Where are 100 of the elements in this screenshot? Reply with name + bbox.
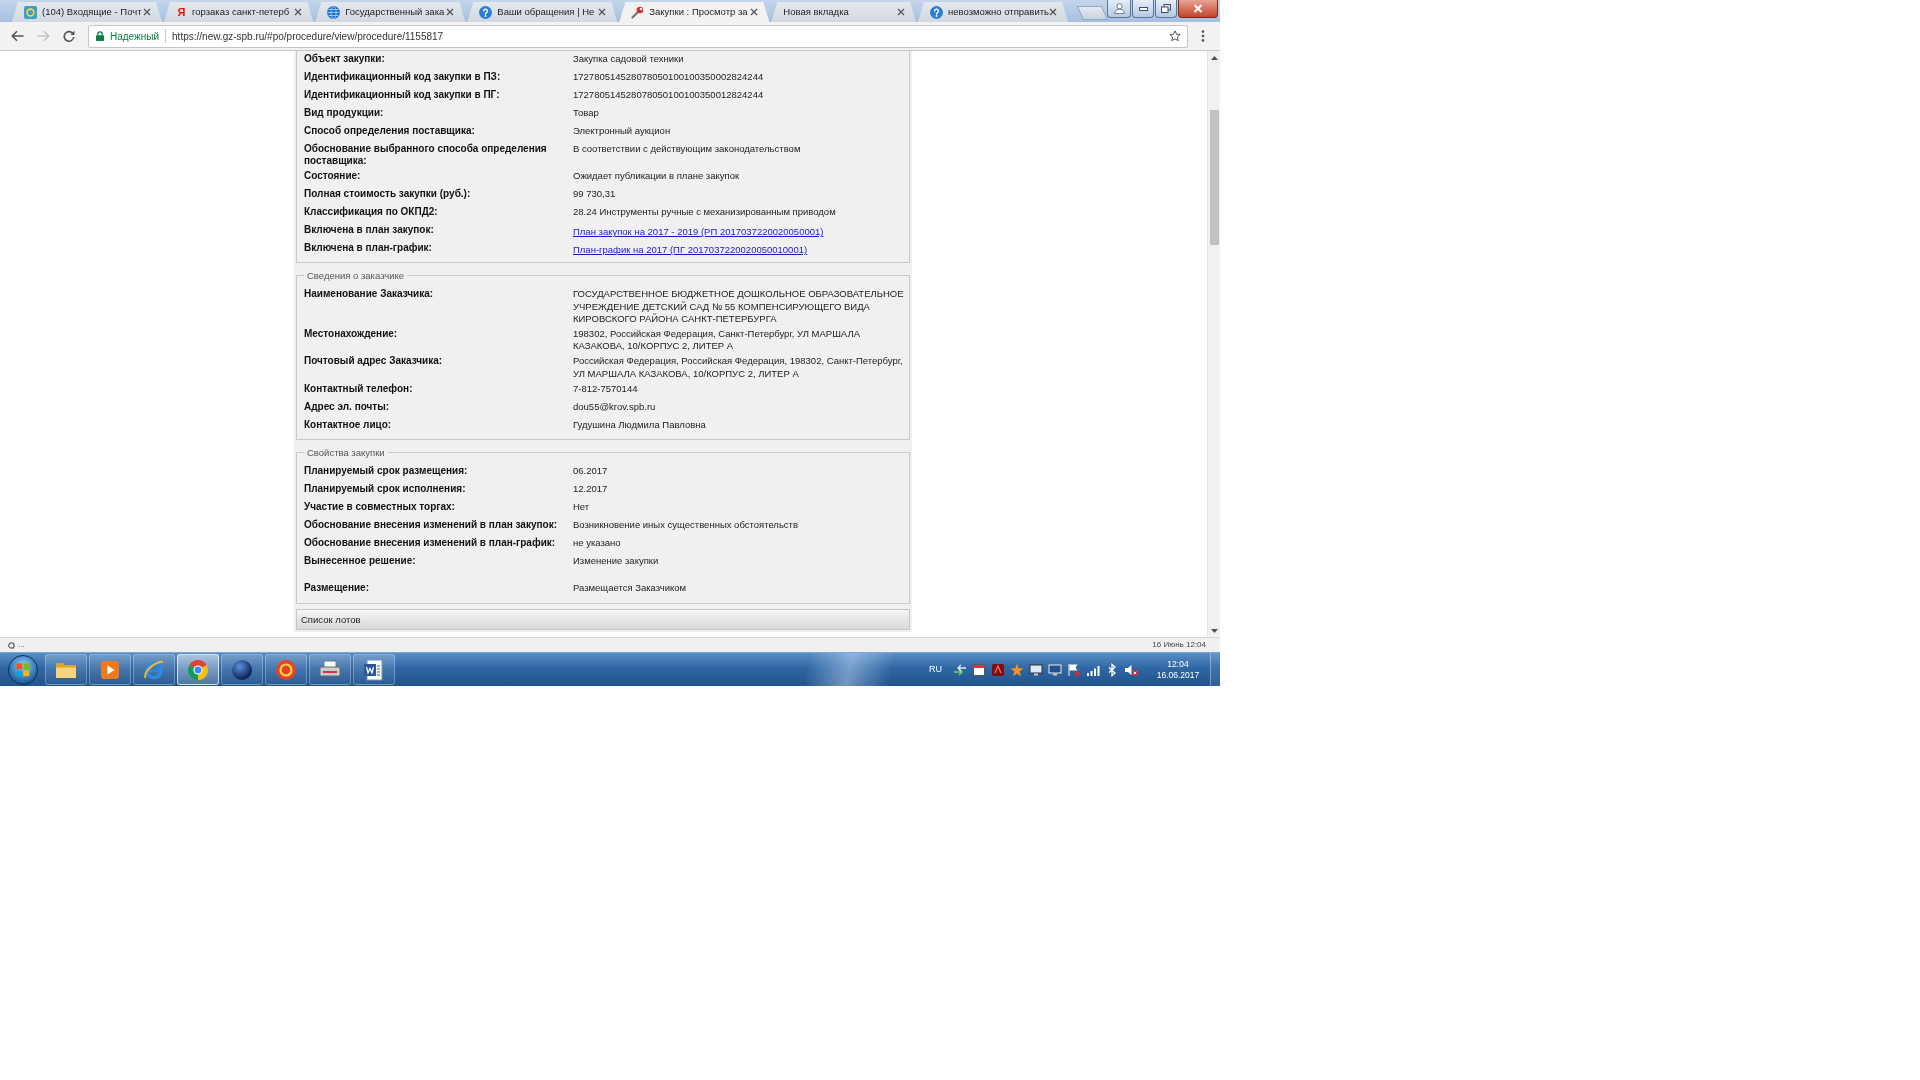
browser-tab[interactable]: невозможно отправить bbox=[918, 2, 1068, 22]
burst-icon[interactable] bbox=[1010, 662, 1024, 677]
tab-close-icon[interactable] bbox=[143, 8, 151, 16]
field-link[interactable]: План закупок на 2017 - 2019 (РП 2017037220020050001) bbox=[573, 226, 824, 238]
globe-icon bbox=[327, 5, 341, 19]
monitor-icon[interactable] bbox=[1029, 662, 1043, 677]
monitor-icon[interactable] bbox=[1048, 662, 1062, 677]
language-indicator[interactable]: RU bbox=[929, 662, 942, 677]
status-date: 16 Июнь 12:04 bbox=[1152, 639, 1206, 651]
taskbar-app-button[interactable] bbox=[89, 654, 131, 685]
taskbar-app-button[interactable] bbox=[45, 654, 87, 685]
tab-close-icon[interactable] bbox=[750, 8, 759, 16]
url-text: https://new.gz-spb.ru/#po/procedure/view/procedure/1155817 bbox=[172, 29, 445, 44]
profile-button[interactable] bbox=[1107, 0, 1131, 18]
field-label: Идентификационный код закупки в ПЗ: bbox=[303, 71, 502, 84]
restore-icon bbox=[1161, 4, 1171, 13]
section-legend: Сведения о заказчике bbox=[304, 270, 407, 282]
document-icon bbox=[362, 657, 386, 682]
field-value: Возникновение иных существенных обстоятельств bbox=[573, 518, 799, 532]
field-value: ГОСУДАРСТВЕННОЕ БЮДЖЕТНОЕ ДОШКОЛЬНОЕ ОБРАЗОВАТЕЛЬНОЕ УЧРЕЖДЕНИЕ ДЕТСКИЙ САД № 55 КОМПЕНСИРУЮЩЕГО ВИДА КИРОВСКОГО РАЙОНА САНКТ-ПЕТЕРБУРГА bbox=[573, 288, 905, 325]
field-label: Обоснование выбранного способа определения поставщика: bbox=[303, 143, 548, 168]
star-icon[interactable] bbox=[1169, 30, 1181, 42]
flag-icon[interactable] bbox=[1067, 662, 1081, 677]
address-field[interactable]: Надежный https://new.gz-spb.ru/#po/procedure/view/procedure/1155817 bbox=[88, 24, 1188, 48]
field-label: Классификация по ОКПД2: bbox=[303, 206, 439, 220]
field-label: Планируемый срок размещения: bbox=[303, 464, 469, 478]
field-label: Идентификационный код закупки в ПГ: bbox=[303, 89, 501, 102]
calendar-icon[interactable] bbox=[972, 662, 986, 677]
letter-icon: Я bbox=[176, 6, 187, 18]
field-value: Электронный аукцион bbox=[573, 125, 672, 138]
field-value: Товар bbox=[573, 107, 600, 120]
new-tab-button[interactable] bbox=[1076, 6, 1109, 20]
minimize-button[interactable] bbox=[1132, 0, 1154, 18]
taskbar-app-button[interactable] bbox=[353, 654, 395, 685]
field-label: Обоснование внесения изменений в план закупок: bbox=[303, 518, 558, 532]
field-value: 28.24 Инструменты ручные с механизированным приводом bbox=[573, 206, 837, 220]
taskbar-app-button[interactable] bbox=[177, 654, 219, 685]
field-label: Местонахождение: bbox=[303, 328, 399, 341]
lots-header: Список лотов bbox=[296, 608, 910, 630]
show-desktop-button[interactable] bbox=[1210, 653, 1220, 686]
tab-close-icon[interactable] bbox=[446, 8, 455, 16]
field-value: Российская Федерация, Российская Федерация, 198302, Санкт-Петербург, УЛ МАРШАЛА КАЗАКОВА, 10/КОРПУС 2, ЛИТЕР А bbox=[573, 355, 904, 380]
field-value: В соответствии с действующим законодательством bbox=[573, 143, 802, 156]
taskbar-app-button[interactable] bbox=[133, 654, 175, 685]
wrench-icon bbox=[631, 5, 645, 19]
taskbar-app-button[interactable] bbox=[265, 654, 307, 685]
field-label: Обоснование внесения изменений в план-график: bbox=[303, 536, 557, 550]
tab-close-icon[interactable] bbox=[598, 8, 607, 16]
arrows-icon[interactable] bbox=[953, 662, 967, 677]
ring-tile-icon bbox=[24, 5, 37, 19]
browser-tab[interactable]: Закупки : Просмотр за bbox=[619, 2, 770, 22]
person-icon bbox=[1113, 3, 1125, 14]
scroll-up-icon[interactable] bbox=[1210, 55, 1218, 60]
muted-speaker-icon[interactable] bbox=[1124, 662, 1138, 677]
taskbar-app-button[interactable] bbox=[309, 654, 351, 685]
lock-icon bbox=[96, 31, 104, 41]
field-label: Включена в план-график: bbox=[303, 242, 433, 256]
field-value: dou55@krov.spb.ru bbox=[573, 400, 657, 414]
scrollbar[interactable] bbox=[1207, 51, 1220, 637]
field-value: Ожидает публикации в плане закупок bbox=[573, 170, 741, 184]
field-label: Адрес эл. почты: bbox=[303, 400, 391, 414]
section-legend: Свойства закупки bbox=[304, 446, 388, 458]
tab-close-icon[interactable] bbox=[897, 8, 905, 16]
ring-icon bbox=[8, 641, 15, 649]
browser-tab[interactable]: Ваши обращения | Не bbox=[467, 2, 618, 22]
scroll-down-icon[interactable] bbox=[1210, 628, 1218, 633]
forward-arrow-icon bbox=[36, 30, 50, 42]
back-arrow-icon bbox=[10, 30, 24, 42]
field-label: Способ определения поставщика: bbox=[303, 125, 476, 138]
field-value: Гудушина Людмила Павловна bbox=[573, 418, 707, 432]
reload-icon bbox=[63, 30, 75, 42]
field-value: 12.2017 bbox=[573, 482, 609, 496]
menu-icon bbox=[1201, 30, 1205, 42]
close-icon bbox=[1193, 4, 1203, 13]
taskbar-app-button[interactable] bbox=[221, 654, 263, 685]
clock[interactable]: 12:04 16.06.2017 bbox=[1152, 658, 1204, 681]
segmented-circle-icon bbox=[186, 657, 210, 682]
field-value: 172780514528078050100100350002824244 bbox=[573, 71, 765, 84]
field-value: Размещается Заказчиком bbox=[573, 581, 688, 595]
security-label: Надежный bbox=[110, 29, 160, 44]
field-link[interactable]: План-график на 2017 (ПГ 2017037220020050010001) bbox=[573, 244, 808, 256]
sphere-icon bbox=[230, 657, 254, 682]
status-text: ... bbox=[18, 639, 25, 651]
browser-tab[interactable]: (104) Входящие - Почт bbox=[12, 2, 162, 22]
tab-close-icon[interactable] bbox=[1049, 8, 1057, 16]
field-label: Вынесенное решение: bbox=[303, 554, 417, 568]
restore-button[interactable] bbox=[1155, 0, 1177, 18]
tile-icon[interactable] bbox=[991, 662, 1005, 677]
field-value: 06.2017 bbox=[573, 464, 609, 478]
browser-tab[interactable]: Я горзаказ санкт-петерб bbox=[164, 2, 314, 22]
tab-close-icon[interactable] bbox=[294, 8, 303, 16]
browser-tab[interactable]: Новая вкладка bbox=[771, 2, 916, 22]
field-label: Участие в совместных торгах: bbox=[303, 500, 456, 514]
field-value: не указано bbox=[573, 536, 622, 550]
browser-tab[interactable]: Государственный зака bbox=[315, 2, 466, 22]
field-label: Объект закупки: bbox=[303, 53, 386, 66]
close-button[interactable] bbox=[1178, 0, 1218, 18]
field-value: Закупка садовой техники bbox=[573, 53, 685, 66]
help-icon bbox=[930, 5, 943, 19]
scroll-thumb[interactable] bbox=[1209, 110, 1219, 245]
